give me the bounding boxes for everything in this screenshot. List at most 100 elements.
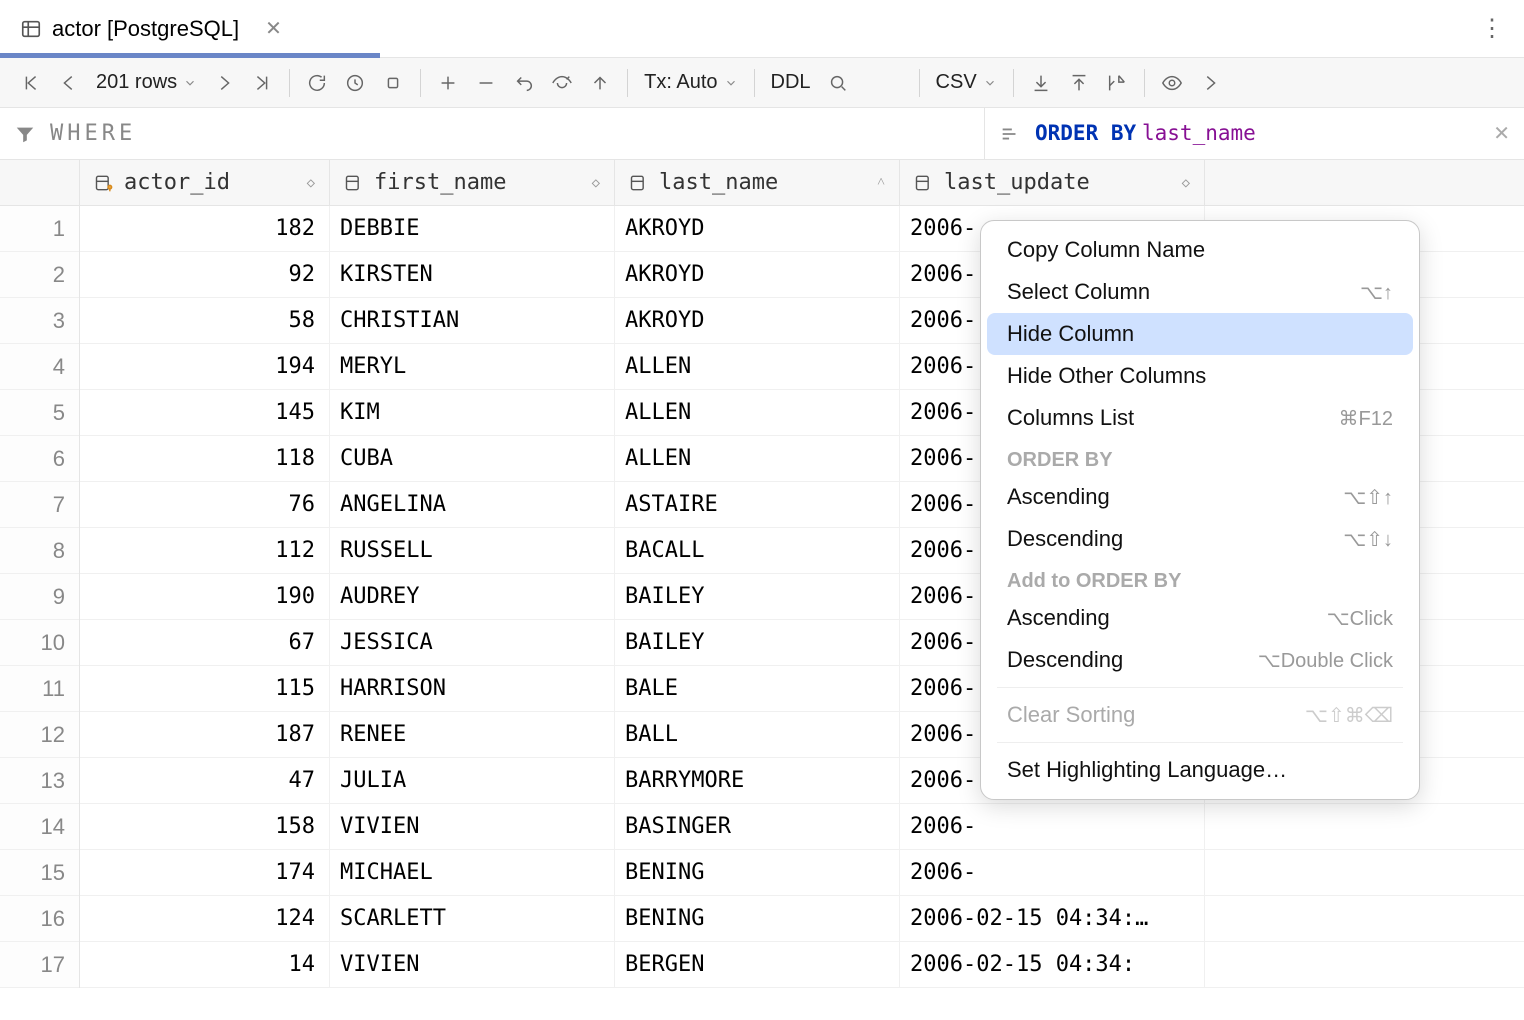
cell-last-name[interactable]: BENING bbox=[615, 896, 900, 941]
download-icon[interactable] bbox=[1024, 66, 1058, 100]
cell-actor-id[interactable]: 58 bbox=[80, 298, 330, 343]
cell-actor-id[interactable]: 174 bbox=[80, 850, 330, 895]
first-page-button[interactable] bbox=[14, 66, 48, 100]
cell-first-name[interactable]: SCARLETT bbox=[330, 896, 615, 941]
ddl-button[interactable]: DDL bbox=[765, 71, 817, 94]
menu-item-ascending[interactable]: Ascending⌥Click bbox=[987, 597, 1413, 639]
cell-first-name[interactable]: HARRISON bbox=[330, 666, 615, 711]
cell-last-name[interactable]: AKROYD bbox=[615, 298, 900, 343]
cell-last-name[interactable]: BENING bbox=[615, 850, 900, 895]
upload-icon[interactable] bbox=[1062, 66, 1096, 100]
reload-button[interactable] bbox=[300, 66, 334, 100]
row-number[interactable]: 9 bbox=[0, 574, 79, 620]
cell-first-name[interactable]: MERYL bbox=[330, 344, 615, 389]
sort-icon[interactable] bbox=[999, 123, 1021, 145]
cell-first-name[interactable]: DEBBIE bbox=[330, 206, 615, 251]
cell-actor-id[interactable]: 158 bbox=[80, 804, 330, 849]
add-row-button[interactable] bbox=[431, 66, 465, 100]
cell-last-name[interactable]: BALL bbox=[615, 712, 900, 757]
vertical-dots-icon[interactable]: ⋮ bbox=[1480, 14, 1504, 43]
row-number[interactable]: 11 bbox=[0, 666, 79, 712]
row-number[interactable]: 16 bbox=[0, 896, 79, 942]
row-number[interactable]: 13 bbox=[0, 758, 79, 804]
cell-actor-id[interactable]: 14 bbox=[80, 942, 330, 987]
cell-last-name[interactable]: ASTAIRE bbox=[615, 482, 900, 527]
where-label[interactable]: WHERE bbox=[50, 121, 136, 146]
clear-orderby-icon[interactable]: ✕ bbox=[1493, 121, 1510, 146]
orderby-expression[interactable]: ORDER BY last_name bbox=[1035, 121, 1256, 146]
eye-icon[interactable] bbox=[1155, 66, 1189, 100]
row-number[interactable]: 3 bbox=[0, 298, 79, 344]
menu-item-descending[interactable]: Descending⌥⇧↓ bbox=[987, 518, 1413, 560]
cell-last-name[interactable]: BARRYMORE bbox=[615, 758, 900, 803]
cell-first-name[interactable]: JULIA bbox=[330, 758, 615, 803]
menu-item-hide-column[interactable]: Hide Column bbox=[987, 313, 1413, 355]
cell-actor-id[interactable]: 194 bbox=[80, 344, 330, 389]
row-number[interactable]: 2 bbox=[0, 252, 79, 298]
menu-item-set-highlighting-language[interactable]: Set Highlighting Language… bbox=[987, 749, 1413, 791]
row-number[interactable]: 4 bbox=[0, 344, 79, 390]
cell-first-name[interactable]: JESSICA bbox=[330, 620, 615, 665]
menu-item-select-column[interactable]: Select Column⌥↑ bbox=[987, 271, 1413, 313]
cell-last-update[interactable]: 2006-02-15 04:34: bbox=[900, 942, 1205, 987]
cell-last-name[interactable]: ALLEN bbox=[615, 390, 900, 435]
cell-actor-id[interactable]: 190 bbox=[80, 574, 330, 619]
column-header-last_name[interactable]: last_name˄ bbox=[615, 160, 900, 205]
row-number[interactable]: 12 bbox=[0, 712, 79, 758]
editor-tab[interactable]: actor [PostgreSQL] ✕ bbox=[0, 0, 302, 57]
row-number[interactable]: 10 bbox=[0, 620, 79, 666]
import-icon[interactable] bbox=[1100, 66, 1134, 100]
filter-icon[interactable] bbox=[14, 123, 36, 145]
prev-page-button[interactable] bbox=[52, 66, 86, 100]
cell-actor-id[interactable]: 112 bbox=[80, 528, 330, 573]
cell-first-name[interactable]: KIM bbox=[330, 390, 615, 435]
cell-first-name[interactable]: ANGELINA bbox=[330, 482, 615, 527]
next-page-button[interactable] bbox=[207, 66, 241, 100]
cell-actor-id[interactable]: 115 bbox=[80, 666, 330, 711]
search-icon[interactable] bbox=[821, 66, 855, 100]
cell-last-name[interactable]: BAILEY bbox=[615, 574, 900, 619]
chevron-right-icon[interactable] bbox=[1193, 66, 1227, 100]
cell-last-name[interactable]: BACALL bbox=[615, 528, 900, 573]
cell-first-name[interactable]: CHRISTIAN bbox=[330, 298, 615, 343]
row-number[interactable]: 17 bbox=[0, 942, 79, 988]
cell-last-name[interactable]: BAILEY bbox=[615, 620, 900, 665]
cell-actor-id[interactable]: 118 bbox=[80, 436, 330, 481]
cell-last-name[interactable]: ALLEN bbox=[615, 436, 900, 481]
cell-first-name[interactable]: VIVIEN bbox=[330, 804, 615, 849]
cell-last-update[interactable]: 2006- bbox=[900, 804, 1205, 849]
cell-actor-id[interactable]: 145 bbox=[80, 390, 330, 435]
row-number[interactable]: 6 bbox=[0, 436, 79, 482]
menu-item-hide-other-columns[interactable]: Hide Other Columns bbox=[987, 355, 1413, 397]
row-number[interactable]: 1 bbox=[0, 206, 79, 252]
stop-button[interactable] bbox=[376, 66, 410, 100]
menu-item-columns-list[interactable]: Columns List⌘F12 bbox=[987, 397, 1413, 439]
cell-actor-id[interactable]: 67 bbox=[80, 620, 330, 665]
cell-last-name[interactable]: ALLEN bbox=[615, 344, 900, 389]
table-row[interactable]: 158VIVIENBASINGER2006- bbox=[80, 804, 1524, 850]
menu-item-descending[interactable]: Descending⌥Double Click bbox=[987, 639, 1413, 681]
table-row[interactable]: 14VIVIENBERGEN2006-02-15 04:34: bbox=[80, 942, 1524, 988]
table-row[interactable]: 124SCARLETTBENING2006-02-15 04:34:… bbox=[80, 896, 1524, 942]
cell-actor-id[interactable]: 92 bbox=[80, 252, 330, 297]
cell-first-name[interactable]: CUBA bbox=[330, 436, 615, 481]
cell-last-name[interactable]: BALE bbox=[615, 666, 900, 711]
commit-button[interactable] bbox=[583, 66, 617, 100]
row-number[interactable]: 7 bbox=[0, 482, 79, 528]
cell-first-name[interactable]: KIRSTEN bbox=[330, 252, 615, 297]
cell-last-name[interactable]: AKROYD bbox=[615, 206, 900, 251]
cell-last-name[interactable]: BASINGER bbox=[615, 804, 900, 849]
row-number[interactable]: 15 bbox=[0, 850, 79, 896]
close-icon[interactable]: ✕ bbox=[265, 16, 282, 41]
export-format-dropdown[interactable]: CSV bbox=[930, 71, 1003, 94]
column-header-first_name[interactable]: first_name◇ bbox=[330, 160, 615, 205]
cell-first-name[interactable]: AUDREY bbox=[330, 574, 615, 619]
cell-last-name[interactable]: BERGEN bbox=[615, 942, 900, 987]
cell-actor-id[interactable]: 182 bbox=[80, 206, 330, 251]
cell-first-name[interactable]: RENEE bbox=[330, 712, 615, 757]
rows-count-dropdown[interactable]: 201 rows bbox=[90, 71, 203, 94]
table-row[interactable]: 174MICHAELBENING2006- bbox=[80, 850, 1524, 896]
cell-actor-id[interactable]: 187 bbox=[80, 712, 330, 757]
menu-item-ascending[interactable]: Ascending⌥⇧↑ bbox=[987, 476, 1413, 518]
column-header-actor_id[interactable]: actor_id◇ bbox=[80, 160, 330, 205]
